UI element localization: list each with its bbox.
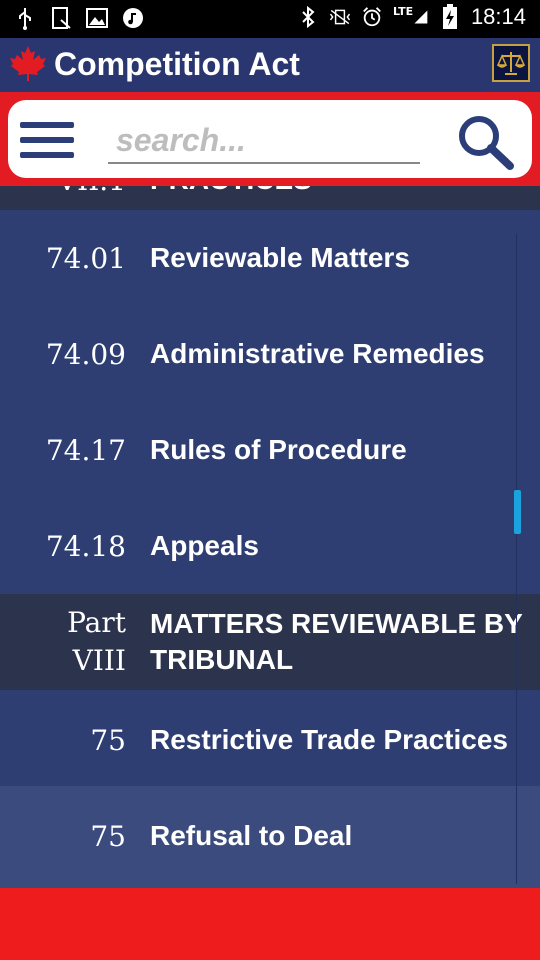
hamburger-line-2 [20, 137, 74, 143]
status-bar: LTE 18:14 [0, 0, 540, 38]
search-input[interactable] [108, 118, 420, 164]
clock: 18:14 [470, 4, 526, 29]
scales-icon [496, 52, 526, 75]
list-item-number: 74.17 [45, 434, 126, 467]
bluetooth-icon [297, 5, 319, 29]
list-item-label: Administrative Remedies [150, 338, 485, 369]
list-item[interactable]: 74.18 Appeals [0, 498, 540, 594]
list-section-header[interactable]: Part VIII MATTERS REVIEWABLE BY TRIBUNAL [0, 594, 540, 690]
signal-icon: LTE [393, 5, 429, 29]
list-item-label: PRACTICES [150, 186, 312, 196]
footer-banner [0, 888, 540, 960]
scroll-track [516, 234, 517, 884]
search-bar-container [0, 92, 540, 186]
music-icon [122, 6, 144, 30]
hamburger-line-1 [20, 122, 74, 128]
list-item[interactable]: 74.17 Rules of Procedure [0, 402, 540, 498]
list-item-number: 75 [90, 724, 126, 757]
usb-icon [14, 6, 36, 30]
maple-leaf-icon [10, 46, 46, 81]
table-of-contents-list[interactable]: VII.1 PRACTICES 74.01 Reviewable Matters… [0, 186, 540, 888]
battery-charging-icon [439, 4, 461, 29]
app-title: Competition Act [54, 46, 300, 82]
search-box [8, 100, 532, 178]
section-number-line-2: VIII [72, 644, 126, 677]
list-item-number: 74.09 [45, 338, 126, 371]
menu-button[interactable] [20, 120, 76, 160]
list-item-partial[interactable]: VII.1 PRACTICES [0, 186, 540, 210]
list-item-label: Reviewable Matters [150, 242, 410, 273]
list-item-number: 75 [90, 820, 126, 853]
list-item-number: 74.01 [45, 242, 126, 275]
list-item-label: Restrictive Trade Practices [150, 724, 508, 755]
list-item-number: VII.1 [57, 186, 126, 197]
list-item[interactable]: 74.01 Reviewable Matters [0, 210, 540, 306]
section-title-line-2: TRIBUNAL [150, 644, 294, 675]
app-bar: Competition Act [0, 38, 540, 92]
hamburger-line-3 [20, 152, 74, 158]
list-item[interactable]: 75 Restrictive Trade Practices [0, 690, 540, 786]
list-item-label: Refusal to Deal [150, 820, 353, 851]
screenshot-icon [50, 6, 72, 30]
list-item-number: 74.18 [45, 530, 126, 563]
list-item[interactable]: 75 Refusal to Deal [0, 786, 540, 888]
scales-button[interactable] [492, 44, 530, 82]
search-button[interactable] [454, 112, 518, 172]
alarm-icon [361, 5, 383, 29]
scrollbar-thumb[interactable] [514, 490, 521, 534]
magnifier-icon [459, 116, 514, 170]
image-icon [86, 6, 108, 30]
list-item[interactable]: 74.09 Administrative Remedies [0, 306, 540, 402]
section-number-line-1: Part [67, 606, 126, 639]
vibrate-icon [329, 5, 351, 29]
section-title-line-1: MATTERS REVIEWABLE BY [150, 608, 523, 639]
list-item-label: Appeals [150, 530, 259, 561]
list-item-label: Rules of Procedure [150, 434, 407, 465]
network-type-label: LTE [392, 4, 414, 18]
